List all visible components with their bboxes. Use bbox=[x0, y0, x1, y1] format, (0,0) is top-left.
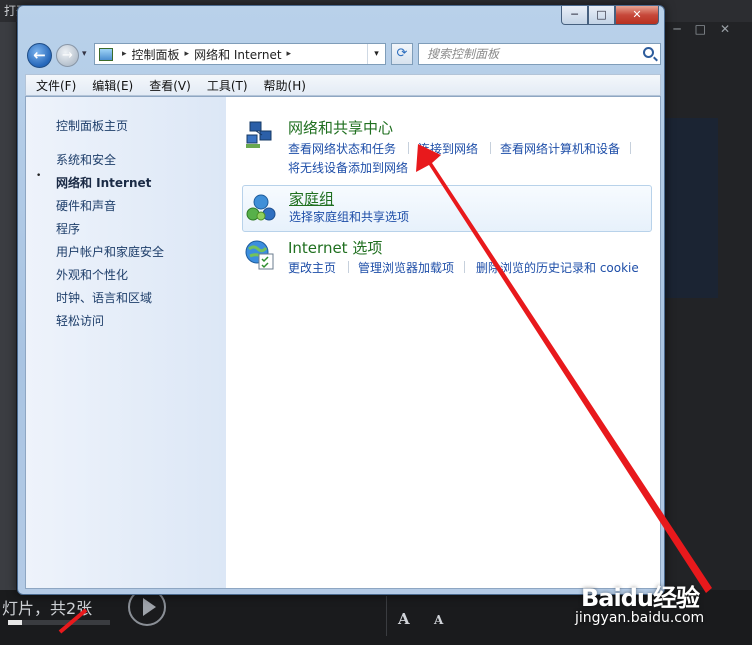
baidu-watermark-logo: Baidu经验 bbox=[581, 578, 700, 614]
network-sharing-icon bbox=[246, 121, 272, 148]
category-title-internet-options[interactable]: Internet 选项 bbox=[288, 237, 382, 258]
sidebar: 控制面板主页 系统和安全 • 网络和 Internet 硬件和声音 程序 用户帐… bbox=[26, 97, 226, 588]
control-panel-window: ─ □ ✕ ← → ▾ ▸ 控制面板 ▸ 网络和 Internet ▸ ▾ ⟳ … bbox=[17, 5, 665, 595]
menu-edit[interactable]: 编辑(E) bbox=[84, 77, 141, 94]
search-icon[interactable] bbox=[643, 47, 654, 58]
sidebar-item-clock-language[interactable]: 时钟、语言和区域 bbox=[56, 289, 152, 306]
baidu-watermark-url: jingyan.baidu.com bbox=[575, 610, 705, 626]
sidebar-item-appearance[interactable]: 外观和个性化 bbox=[56, 266, 128, 283]
sidebar-item-ease-of-access[interactable]: 轻松访问 bbox=[56, 312, 104, 329]
category-internet-options: Internet 选项 更改主页 管理浏览器加载项 删除浏览的历史记录和 coo… bbox=[242, 237, 652, 277]
link-divider bbox=[630, 142, 631, 154]
search-input[interactable] bbox=[419, 44, 629, 64]
window-controls: ─ □ ✕ bbox=[561, 6, 659, 25]
maximize-button[interactable]: □ bbox=[588, 6, 615, 25]
history-dropdown-icon[interactable]: ▾ bbox=[82, 49, 87, 59]
close-button[interactable]: ✕ bbox=[615, 6, 659, 25]
active-bullet-icon: • bbox=[36, 171, 42, 181]
address-dropdown-icon[interactable]: ▾ bbox=[367, 44, 385, 64]
sidebar-item-user-accounts[interactable]: 用户帐户和家庭安全 bbox=[56, 243, 164, 260]
category-title-network-sharing[interactable]: 网络和共享中心 bbox=[288, 117, 393, 138]
link-homegroup-sharing[interactable]: 选择家庭组和共享选项 bbox=[289, 208, 409, 225]
menu-file[interactable]: 文件(F) bbox=[28, 77, 84, 94]
refresh-button[interactable]: ⟳ bbox=[391, 43, 413, 65]
category-title-homegroup[interactable]: 家庭组 bbox=[289, 188, 334, 209]
link-divider bbox=[464, 261, 465, 273]
content-area: 控制面板主页 系统和安全 • 网络和 Internet 硬件和声音 程序 用户帐… bbox=[25, 96, 661, 589]
background-window-controls: ─□✕ bbox=[673, 22, 744, 36]
sidebar-item-programs[interactable]: 程序 bbox=[56, 220, 80, 237]
font-increase-button[interactable]: A bbox=[398, 610, 410, 628]
menu-bar: 文件(F) 编辑(E) 查看(V) 工具(T) 帮助(H) bbox=[25, 74, 661, 96]
menu-view[interactable]: 查看(V) bbox=[141, 77, 199, 94]
link-divider bbox=[348, 261, 349, 273]
link-add-wireless-device[interactable]: 将无线设备添加到网络 bbox=[288, 159, 408, 176]
breadcrumb-separator-icon[interactable]: ▸ bbox=[122, 49, 127, 59]
sidebar-item-network-internet[interactable]: 网络和 Internet bbox=[56, 174, 151, 191]
link-divider bbox=[408, 142, 409, 154]
category-network-sharing: 网络和共享中心 查看网络状态和任务 连接到网络 查看网络计算机和设备 将无线设备… bbox=[242, 117, 652, 177]
link-connect-to-network[interactable]: 连接到网络 bbox=[418, 140, 478, 157]
playback-progress-fill bbox=[8, 620, 23, 625]
sidebar-item-system-security[interactable]: 系统和安全 bbox=[56, 151, 116, 168]
breadcrumb-separator-icon[interactable]: ▸ bbox=[185, 49, 190, 59]
back-button[interactable]: ← bbox=[27, 43, 52, 68]
internet-options-icon bbox=[245, 240, 274, 270]
watermark-text-bai: Bai bbox=[581, 584, 622, 612]
link-view-network-status[interactable]: 查看网络状态和任务 bbox=[288, 140, 396, 157]
category-homegroup[interactable]: 家庭组 选择家庭组和共享选项 bbox=[242, 185, 652, 232]
playback-progress[interactable] bbox=[8, 620, 110, 625]
watermark-text-jingyan: 经验 bbox=[652, 584, 700, 612]
divider bbox=[386, 596, 387, 636]
minimize-button[interactable]: ─ bbox=[561, 6, 588, 25]
control-panel-icon bbox=[99, 47, 113, 61]
watermark-text-du: du bbox=[620, 584, 654, 612]
link-delete-history[interactable]: 删除浏览的历史记录和 cookie bbox=[476, 259, 639, 276]
link-change-homepage[interactable]: 更改主页 bbox=[288, 259, 336, 276]
slide-caption: 灯片，共2张 bbox=[2, 599, 93, 618]
breadcrumb-separator-icon[interactable]: ▸ bbox=[287, 49, 292, 59]
sidebar-item-control-panel-home[interactable]: 控制面板主页 bbox=[56, 117, 128, 134]
menu-help[interactable]: 帮助(H) bbox=[256, 77, 314, 94]
background-panel bbox=[664, 118, 718, 298]
breadcrumb-network-internet[interactable]: 网络和 Internet bbox=[194, 46, 281, 63]
forward-button[interactable]: → bbox=[56, 44, 79, 67]
menu-tools[interactable]: 工具(T) bbox=[199, 77, 256, 94]
sidebar-item-hardware-sound[interactable]: 硬件和声音 bbox=[56, 197, 116, 214]
background-side-strip bbox=[0, 22, 16, 602]
address-bar[interactable]: ▸ 控制面板 ▸ 网络和 Internet ▸ ▾ bbox=[94, 43, 386, 65]
link-view-network-computers[interactable]: 查看网络计算机和设备 bbox=[500, 140, 620, 157]
font-decrease-button[interactable]: A bbox=[434, 613, 443, 627]
link-manage-addons[interactable]: 管理浏览器加载项 bbox=[358, 259, 454, 276]
homegroup-icon bbox=[246, 194, 276, 221]
breadcrumb-control-panel[interactable]: 控制面板 bbox=[132, 46, 180, 63]
link-divider bbox=[490, 142, 491, 154]
play-icon bbox=[143, 598, 156, 616]
search-box[interactable] bbox=[418, 43, 661, 65]
